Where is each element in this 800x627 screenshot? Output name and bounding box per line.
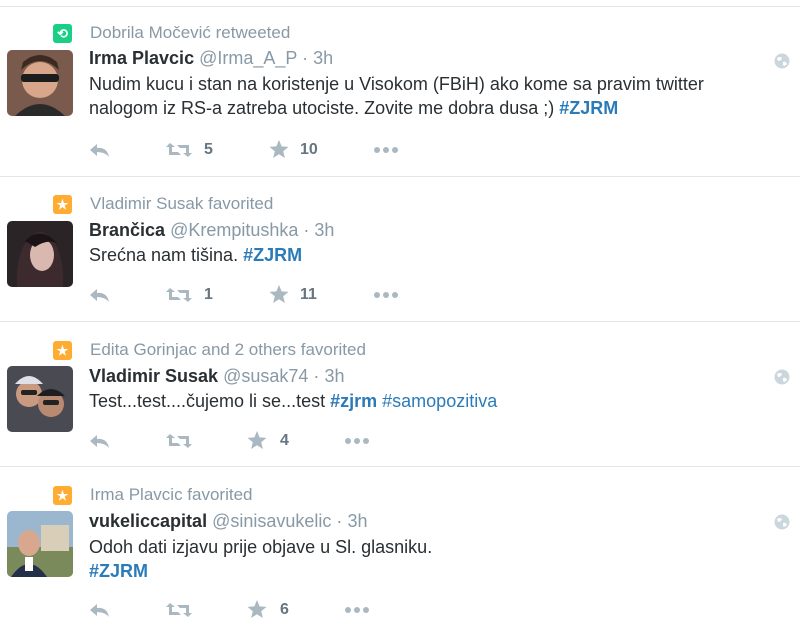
favorite-icon[interactable] bbox=[269, 137, 289, 163]
favorite-count: 4 bbox=[280, 432, 289, 449]
tweet-item[interactable]: ⟲ Dobrila Močević retweeted Irma Plavcic… bbox=[0, 6, 800, 177]
tweet-context: Irma Plavcic favorited bbox=[90, 485, 253, 504]
separator: · bbox=[303, 220, 310, 240]
hashtag-link[interactable]: #ZJRM bbox=[89, 561, 148, 581]
more-icon[interactable] bbox=[373, 282, 399, 308]
tweet-item[interactable]: ★ Edita Gorinjac and 2 others favorited … bbox=[0, 322, 800, 467]
author-name[interactable]: vukeliccapital bbox=[89, 511, 207, 531]
separator: · bbox=[336, 511, 343, 531]
timestamp[interactable]: 3h bbox=[324, 366, 344, 386]
tweet-text: Test...test....čujemo li se...test #zjrm… bbox=[89, 389, 779, 413]
author-handle[interactable]: @sinisavukelic bbox=[212, 511, 331, 531]
more-icon[interactable] bbox=[344, 597, 370, 623]
tweet-text-line: nalogom iz RS-a zatreba utociste. Zovite… bbox=[89, 98, 555, 118]
tweet-text-line: Test...test....čujemo li se...test bbox=[89, 391, 326, 411]
tweet-actions: 6 bbox=[89, 597, 489, 623]
favorite-icon[interactable] bbox=[247, 428, 267, 454]
hashtag-link[interactable]: #ZJRM bbox=[243, 245, 302, 265]
favorite-icon[interactable] bbox=[247, 597, 267, 623]
separator: · bbox=[302, 48, 309, 68]
reply-icon[interactable] bbox=[89, 282, 111, 308]
hashtag-link[interactable]: #zjrm bbox=[330, 391, 377, 411]
more-icon[interactable] bbox=[344, 428, 370, 454]
tweet-item[interactable]: ★ Irma Plavcic favorited vukeliccapital … bbox=[0, 467, 800, 627]
hashtag-link[interactable]: #ZJRM bbox=[559, 98, 618, 118]
tweet-context: Edita Gorinjac and 2 others favorited bbox=[90, 340, 366, 359]
tweet-text-line: Nudim kucu i stan na koristenje u Visoko… bbox=[89, 74, 704, 94]
more-icon[interactable] bbox=[373, 137, 399, 163]
star-icon: ★ bbox=[53, 195, 72, 214]
favorite-count: 11 bbox=[300, 286, 317, 303]
tweet-text: Odoh dati izjavu prije objave u Sl. glas… bbox=[89, 535, 779, 583]
avatar[interactable] bbox=[7, 50, 73, 116]
star-icon: ★ bbox=[53, 486, 72, 505]
retweet-icon[interactable] bbox=[165, 428, 193, 454]
retweet-icon[interactable] bbox=[165, 137, 193, 163]
separator: · bbox=[313, 366, 320, 386]
reply-icon[interactable] bbox=[89, 597, 111, 623]
favorite-count: 10 bbox=[300, 141, 318, 158]
tweet-text: Srećna nam tišina. #ZJRM bbox=[89, 243, 779, 267]
timestamp[interactable]: 3h bbox=[313, 48, 333, 68]
tweet-actions: 5 10 bbox=[89, 137, 489, 163]
timestamp[interactable]: 3h bbox=[314, 220, 334, 240]
author-handle[interactable]: @Krempitushka bbox=[170, 220, 298, 240]
favorite-icon[interactable] bbox=[269, 282, 289, 308]
tweet-actions: 4 bbox=[89, 428, 489, 454]
tweet-context: Vladimir Susak favorited bbox=[90, 194, 274, 213]
hashtag-link[interactable]: #samopozitiva bbox=[382, 391, 497, 411]
avatar[interactable] bbox=[7, 221, 73, 287]
globe-icon[interactable] bbox=[773, 513, 791, 531]
reply-icon[interactable] bbox=[89, 428, 111, 454]
retweet-count: 1 bbox=[204, 286, 213, 303]
tweet-actions: 1 11 bbox=[89, 282, 489, 308]
favorite-count: 6 bbox=[280, 601, 289, 618]
globe-icon[interactable] bbox=[773, 368, 791, 386]
author-name[interactable]: Vladimir Susak bbox=[89, 366, 218, 386]
star-icon: ★ bbox=[53, 341, 72, 360]
retweet-icon: ⟲ bbox=[53, 24, 72, 43]
avatar[interactable] bbox=[7, 511, 73, 577]
tweet-text: Nudim kucu i stan na koristenje u Visoko… bbox=[89, 72, 779, 120]
tweet-text-line: Srećna nam tišina. bbox=[89, 245, 239, 265]
author-handle[interactable]: @Irma_A_P bbox=[199, 48, 297, 68]
retweet-icon[interactable] bbox=[165, 597, 193, 623]
author-name[interactable]: Irma Plavcic bbox=[89, 48, 194, 68]
retweet-count: 5 bbox=[204, 141, 213, 158]
retweet-icon[interactable] bbox=[165, 282, 193, 308]
reply-icon[interactable] bbox=[89, 137, 111, 163]
author-handle[interactable]: @susak74 bbox=[223, 366, 308, 386]
avatar[interactable] bbox=[7, 366, 73, 432]
author-name[interactable]: Brančica bbox=[89, 220, 165, 240]
tweet-item[interactable]: ★ Vladimir Susak favorited Brančica @Kre… bbox=[0, 177, 800, 322]
tweet-text-line: Odoh dati izjavu prije objave u Sl. glas… bbox=[89, 537, 433, 557]
globe-icon[interactable] bbox=[773, 52, 791, 70]
timestamp[interactable]: 3h bbox=[347, 511, 367, 531]
tweet-context: Dobrila Močević retweeted bbox=[90, 23, 291, 42]
